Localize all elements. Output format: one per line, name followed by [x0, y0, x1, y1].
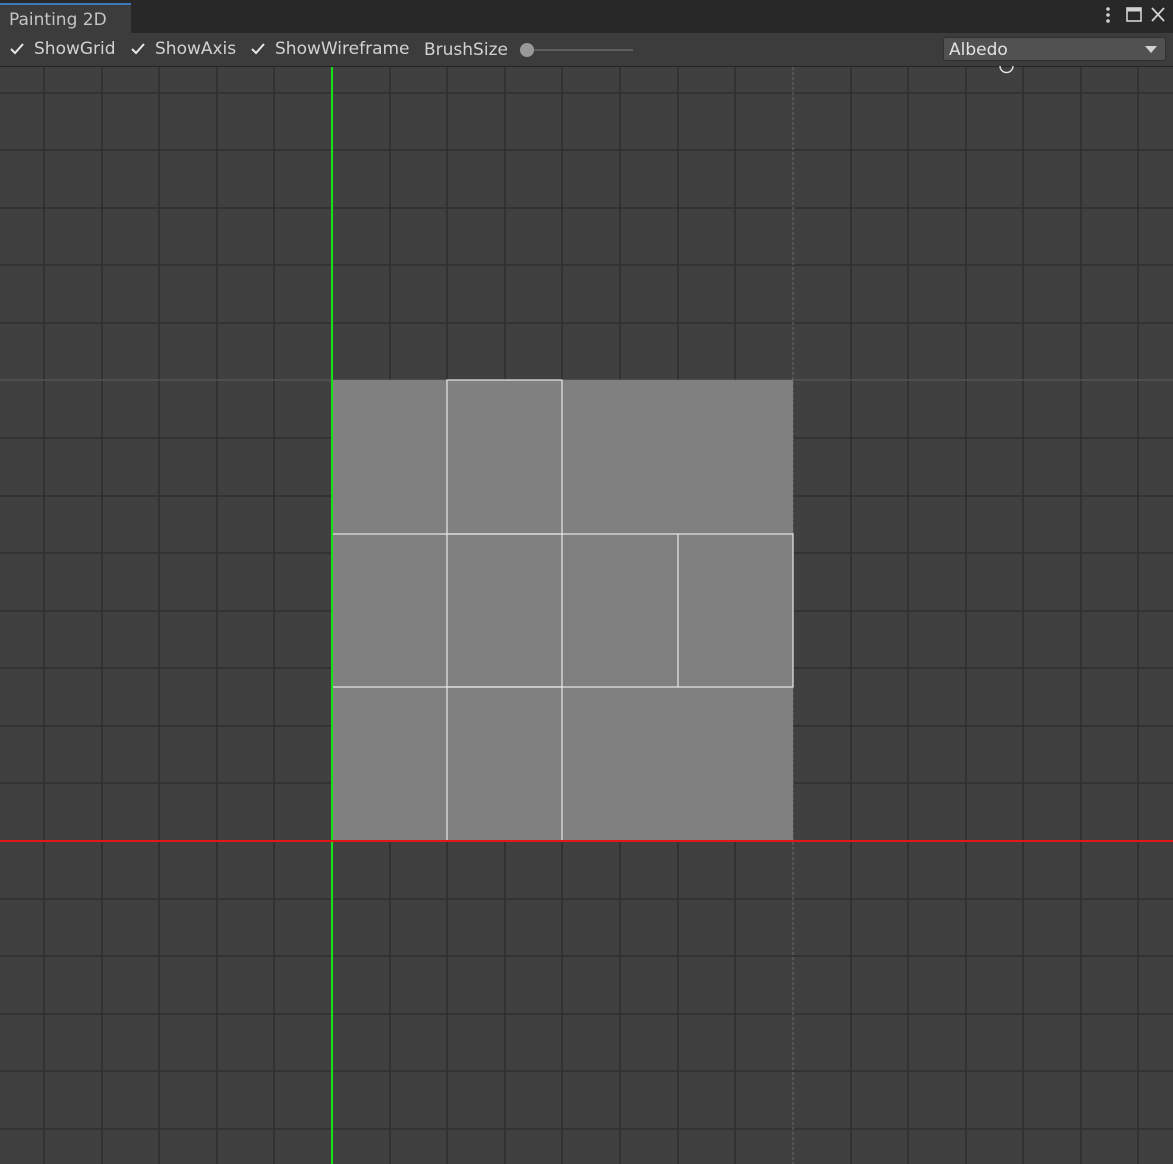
- close-icon[interactable]: [1147, 3, 1169, 29]
- tab-title: Painting 2D: [9, 10, 107, 30]
- painting-canvas[interactable]: [0, 67, 1173, 1164]
- maximize-icon[interactable]: [1123, 3, 1145, 29]
- brush-size-label: BrushSize: [424, 40, 508, 60]
- slider-track[interactable]: [520, 49, 633, 51]
- show-grid-label: ShowGrid: [34, 39, 116, 59]
- painting-2d-window: Painting 2D ShowGrid ShowAxis ShowWirefr…: [0, 0, 1173, 1164]
- show-wireframe-label: ShowWireframe: [275, 39, 410, 59]
- show-wireframe-toggle[interactable]: ShowWireframe: [249, 37, 410, 61]
- checkmark-icon: [251, 43, 265, 55]
- channel-dropdown[interactable]: Albedo: [943, 37, 1166, 61]
- show-grid-toggle[interactable]: ShowGrid: [8, 37, 116, 61]
- brush-cursor-icon: [999, 65, 1014, 74]
- checkmark-icon: [10, 43, 24, 55]
- toolbar: ShowGrid ShowAxis ShowWireframe BrushSiz…: [0, 33, 1173, 67]
- tab-painting-2d[interactable]: Painting 2D: [0, 3, 131, 33]
- show-grid-checkbox[interactable]: [8, 40, 26, 58]
- show-axis-toggle[interactable]: ShowAxis: [129, 37, 236, 61]
- brush-size-slider[interactable]: [520, 41, 633, 59]
- channel-dropdown-value: Albedo: [949, 40, 1008, 60]
- show-axis-checkbox[interactable]: [129, 40, 147, 58]
- checkmark-icon: [131, 43, 145, 55]
- show-wireframe-checkbox[interactable]: [249, 40, 267, 58]
- tab-bar: Painting 2D: [0, 0, 1173, 33]
- slider-thumb[interactable]: [520, 43, 534, 57]
- chevron-down-icon: [1145, 46, 1157, 53]
- show-axis-label: ShowAxis: [155, 39, 237, 59]
- kebab-menu-icon[interactable]: [1097, 3, 1119, 29]
